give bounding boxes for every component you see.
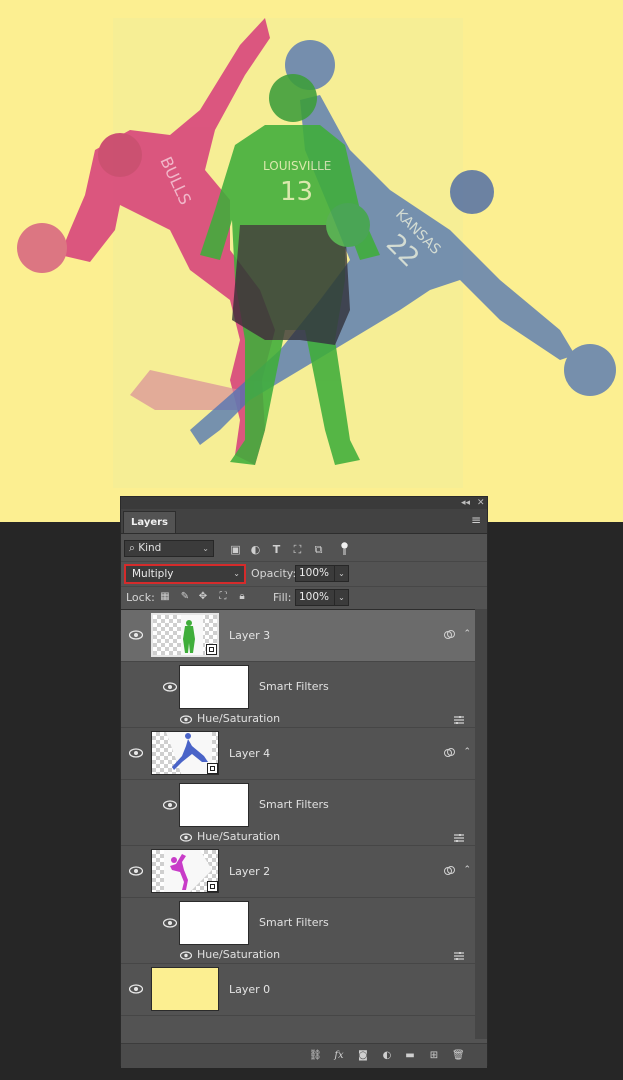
layer-name[interactable]: Layer 4 [229,747,270,760]
layers-list[interactable]: Layer 3 ⌃ Smart Filters Hue/Saturation L… [121,609,475,1040]
panel-tab-row: Layers ≡ [121,509,487,534]
layer-row-layer-3[interactable]: Layer 3 ⌃ [121,610,475,662]
smart-filter-mask-thumbnail[interactable] [179,665,249,709]
smart-filter-icon [444,866,455,875]
smart-object-badge-icon [206,644,217,655]
layers-panel-footer: ⛓ fx ◙ ◐ ▬ ⊞ 🗑︎ [121,1043,487,1068]
smart-filters-row-layer-4[interactable]: Smart Filters Hue/Saturation [149,780,475,846]
layer-row-layer-4[interactable]: Layer 4 ⌃ [121,728,475,780]
basketball-composite-artwork: KANSAS 22 LOUISVILLE 13 BULLS [17,18,616,465]
lock-all-icon[interactable]: 🔒︎ [236,591,248,603]
visibility-eye-icon[interactable] [163,682,177,692]
layer-row-layer-0[interactable]: Layer 0 [121,964,475,1016]
layer-filter-row: ⌕ Kind ⌄ ▣ ◐ T ⛶ ⧉ [121,537,487,561]
smart-filter-icon [444,630,455,639]
kind-filter-select[interactable]: ⌕ Kind ⌄ [124,540,214,557]
tab-layers[interactable]: Layers [123,511,176,533]
smart-filter-mask-thumbnail[interactable] [179,901,249,945]
visibility-eye-icon[interactable] [180,951,192,960]
hue-saturation-filter[interactable]: Hue/Saturation [197,712,280,725]
image-filter-icon[interactable]: ▣ [229,543,242,556]
adjustment-filter-icon[interactable]: ◐ [249,543,262,556]
collapse-effects-icon[interactable]: ⌃ [463,629,471,639]
visibility-eye-icon[interactable] [129,984,143,994]
delete-layer-icon[interactable]: 🗑︎ [452,1050,465,1062]
smart-filter-mask-thumbnail[interactable] [179,783,249,827]
collapse-effects-icon[interactable]: ⌃ [463,865,471,875]
lock-label: Lock: [126,591,155,604]
layer-3-thumbnail[interactable] [151,613,219,657]
hue-saturation-filter[interactable]: Hue/Saturation [197,948,280,961]
blend-mode-value: Multiply [132,568,174,580]
layer-4-thumbnail[interactable] [151,731,219,775]
collapse-panel-icon[interactable]: ◂◂ [461,497,470,509]
visibility-eye-icon[interactable] [180,833,192,842]
add-mask-icon[interactable]: ◙ [357,1050,369,1062]
visibility-eye-icon[interactable] [129,630,143,640]
layer-row-layer-2[interactable]: Layer 2 ⌃ [121,846,475,898]
smart-filters-label: Smart Filters [259,680,329,693]
link-layers-icon[interactable]: ⛓ [309,1050,322,1062]
lock-artboard-icon[interactable]: ⛶ [217,591,229,603]
panel-menu-icon[interactable]: ≡ [471,513,481,527]
blend-mode-select[interactable]: Multiply ⌄ [124,564,246,584]
hue-saturation-filter[interactable]: Hue/Saturation [197,830,280,843]
new-adjustment-icon[interactable]: ◐ [381,1050,393,1062]
visibility-eye-icon[interactable] [129,748,143,758]
opacity-dropdown-icon[interactable]: ⌄ [335,565,349,582]
layers-scrollbar[interactable] [475,609,487,1039]
layers-panel: ◂◂ ✕ Layers ≡ ⌕ Kind ⌄ ▣ ◐ T ⛶ ⧉ Multipl… [120,496,488,1068]
document-canvas[interactable]: KANSAS 22 LOUISVILLE 13 BULLS [0,0,623,522]
smart-filters-label: Smart Filters [259,916,329,929]
chevron-down-icon: ⌄ [202,544,209,553]
visibility-eye-icon[interactable] [163,918,177,928]
filter-blending-options-icon[interactable] [453,833,465,843]
louisville-jersey-number: 13 [280,177,313,207]
type-filter-icon[interactable]: T [270,543,283,556]
new-layer-icon[interactable]: ⊞ [428,1050,440,1062]
visibility-eye-icon[interactable] [163,800,177,810]
panel-title-bar[interactable]: ◂◂ ✕ [121,497,487,509]
lock-row: Lock: ▦ ✎ ✥ ⛶ 🔒︎ Fill: 100% ⌄ [121,586,487,609]
smart-object-badge-icon [207,881,218,892]
layer-2-thumbnail[interactable] [151,849,219,893]
layer-name[interactable]: Layer 2 [229,865,270,878]
smart-filters-row-layer-2[interactable]: Smart Filters Hue/Saturation [149,898,475,964]
lock-transparent-pixels-icon[interactable]: ▦ [159,591,171,603]
close-panel-icon[interactable]: ✕ [477,497,485,509]
fill-label: Fill: [273,591,292,604]
smart-filters-row-layer-3[interactable]: Smart Filters Hue/Saturation [149,662,475,728]
smart-filter-icon [444,748,455,757]
blend-mode-row: Multiply ⌄ Opacity: 100% ⌄ [121,561,487,586]
fill-field[interactable]: 100% [295,589,335,606]
new-group-icon[interactable]: ▬ [404,1050,416,1062]
smart-object-badge-icon [207,763,218,774]
layer-0-thumbnail[interactable] [151,967,219,1011]
opacity-field[interactable]: 100% [295,565,335,582]
visibility-eye-icon[interactable] [180,715,192,724]
filter-blending-options-icon[interactable] [453,715,465,725]
smart-filters-label: Smart Filters [259,798,329,811]
fill-dropdown-icon[interactable]: ⌄ [335,589,349,606]
louisville-jersey-text: LOUISVILLE [263,159,331,173]
visibility-eye-icon[interactable] [129,866,143,876]
layer-name[interactable]: Layer 0 [229,983,270,996]
fx-icon[interactable]: fx [333,1050,345,1062]
filter-blending-options-icon[interactable] [453,951,465,961]
layer-name[interactable]: Layer 3 [229,629,270,642]
shape-filter-icon[interactable]: ⛶ [291,543,304,556]
lock-position-icon[interactable]: ✥ [197,591,209,603]
search-icon: ⌕ [129,542,139,554]
opacity-label: Opacity: [251,567,297,580]
filter-toggle-icon[interactable] [341,542,348,556]
lock-image-pixels-icon[interactable]: ✎ [179,591,191,603]
chevron-down-icon: ⌄ [233,569,240,578]
smart-object-filter-icon[interactable]: ⧉ [312,543,325,556]
collapse-effects-icon[interactable]: ⌃ [463,747,471,757]
kind-filter-label: Kind [138,542,162,554]
